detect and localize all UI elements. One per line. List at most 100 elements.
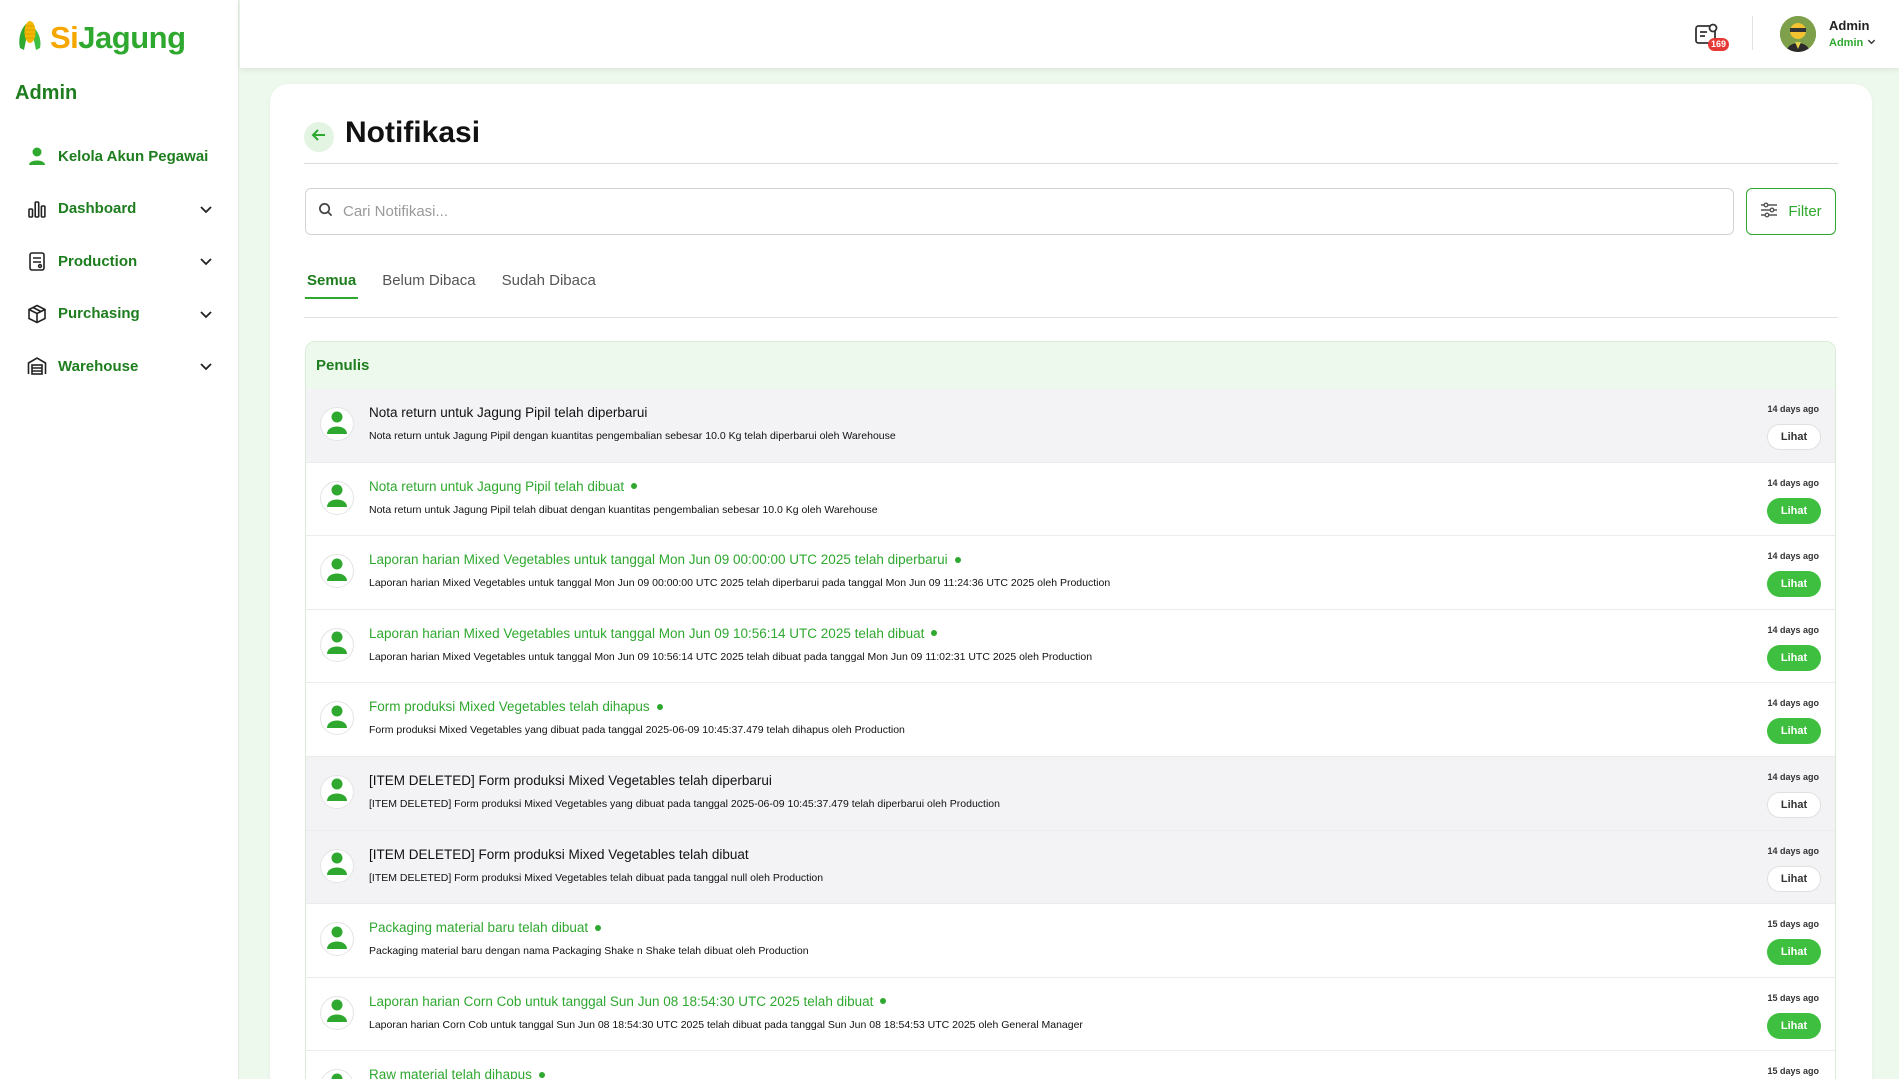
notification-description: Nota return untuk Jagung Pipil dengan ku… — [369, 430, 896, 442]
chevron-down-icon[interactable] — [199, 307, 213, 321]
bar-chart-icon — [26, 198, 48, 220]
search-input[interactable] — [343, 203, 1723, 220]
view-button[interactable]: Lihat — [1767, 865, 1821, 892]
sender-avatar — [320, 627, 354, 662]
notification-description: [ITEM DELETED] Form produksi Mixed Veget… — [369, 871, 824, 884]
warehouse-icon — [26, 355, 48, 377]
notification-time: 14 days ago — [1767, 477, 1819, 488]
tab-belum-dibaca[interactable]: Belum Dibaca — [380, 272, 477, 299]
notification-row[interactable]: Nota return untuk Jagung Pipil telah dib… — [306, 462, 1835, 537]
app-logo[interactable]: SiJagung — [16, 18, 186, 57]
search-field[interactable] — [305, 188, 1734, 235]
notifications-card: Notifikasi Filter Semua Belum Dibaca Sud… — [270, 84, 1872, 1079]
view-button[interactable]: Lihat — [1767, 424, 1821, 450]
notification-title-wrap: Laporan harian Mixed Vegetables untuk ta… — [369, 626, 938, 641]
sidebar-item-kelola-akun-pegawai[interactable]: Kelola Akun Pegawai — [0, 130, 239, 183]
sender-avatar — [320, 407, 354, 441]
notification-row[interactable]: Form produksi Mixed Vegetables telah dih… — [306, 683, 1835, 757]
view-button[interactable]: Lihat — [1767, 791, 1821, 818]
user-icon — [326, 924, 348, 955]
arrow-left-icon — [311, 127, 327, 148]
notification-description: Form produksi Mixed Vegetables yang dibu… — [369, 724, 905, 737]
back-button[interactable] — [304, 122, 334, 152]
user-role-label: Admin — [1829, 37, 1864, 49]
user-icon — [326, 482, 348, 513]
notification-row[interactable]: Raw material telah dihapus15 days agoLih… — [306, 1051, 1835, 1079]
user-icon — [326, 776, 348, 807]
sender-avatar — [320, 701, 354, 736]
sliders-icon — [1760, 202, 1778, 222]
user-icon — [326, 997, 348, 1028]
filter-label: Filter — [1788, 203, 1822, 220]
sidebar-item-label: Warehouse — [58, 357, 139, 375]
filter-button[interactable]: Filter — [1746, 188, 1836, 235]
clipboard-icon — [26, 250, 48, 272]
avatar[interactable] — [1780, 16, 1816, 52]
notification-title: Form produksi Mixed Vegetables telah dih… — [369, 699, 650, 715]
chevron-down-icon[interactable] — [199, 202, 213, 216]
app-logo-text: SiJagung — [50, 19, 186, 55]
title-divider — [304, 163, 1838, 164]
notification-rows: Nota return untuk Jagung Pipil telah dip… — [306, 389, 1835, 1079]
notification-title: Packaging material baru telah dibuat — [369, 920, 589, 936]
sidebar-item-purchasing[interactable]: Purchasing — [0, 288, 239, 341]
group-header: Penulis — [306, 342, 1835, 389]
notification-title-wrap: Nota return untuk Jagung Pipil telah dib… — [369, 479, 638, 494]
sender-avatar — [320, 922, 354, 957]
notification-title-wrap: [ITEM DELETED] Form produksi Mixed Veget… — [369, 773, 772, 788]
notification-time: 14 days ago — [1767, 698, 1819, 709]
notification-button[interactable]: 169 — [1694, 22, 1730, 52]
view-button[interactable]: Lihat — [1767, 718, 1821, 745]
unread-dot-icon — [954, 556, 961, 563]
page-title: Notifikasi — [345, 116, 481, 149]
notification-title: Laporan harian Mixed Vegetables untuk ta… — [369, 552, 948, 568]
notification-row[interactable]: Packaging material baru telah dibuat Pack… — [306, 904, 1835, 978]
sidebar-item-label: Production — [58, 252, 138, 270]
user-role-dropdown[interactable]: Admin — [1829, 37, 1876, 49]
notification-description: Nota return untuk Jagung Pipil telah dib… — [369, 503, 878, 516]
notification-time: 14 days ago — [1767, 551, 1819, 562]
notification-title-wrap: Form produksi Mixed Vegetables telah dih… — [369, 699, 663, 714]
sender-avatar — [320, 995, 354, 1030]
notification-row[interactable]: Laporan harian Mixed Vegetables untuk ta… — [306, 536, 1835, 610]
unread-dot-icon — [595, 924, 602, 931]
view-button[interactable]: Lihat — [1767, 571, 1821, 598]
view-button[interactable]: Lihat — [1767, 497, 1821, 524]
notification-row[interactable]: Laporan harian Corn Cob untuk tanggal Su… — [306, 977, 1835, 1052]
user-icon — [326, 703, 348, 734]
tab-sudah-dibaca[interactable]: Sudah Dibaca — [500, 272, 598, 299]
notification-title-wrap: Laporan harian Corn Cob untuk tanggal Su… — [369, 994, 887, 1009]
tab-semua[interactable]: Semua — [305, 272, 359, 299]
view-button[interactable]: Lihat — [1767, 939, 1821, 966]
notification-row[interactable]: [ITEM DELETED] Form produksi Mixed Veget… — [306, 830, 1835, 905]
chevron-down-icon[interactable] — [199, 254, 213, 268]
notification-time: 14 days ago — [1767, 771, 1819, 782]
sidebar-item-production[interactable]: Production — [0, 235, 239, 288]
sender-avatar — [320, 1069, 354, 1079]
sidebar-item-dashboard[interactable]: Dashboard — [0, 183, 239, 236]
notification-row[interactable]: [ITEM DELETED] Form produksi Mixed Veget… — [306, 756, 1835, 831]
view-button[interactable]: Lihat — [1767, 644, 1821, 671]
notification-description: [ITEM DELETED] Form produksi Mixed Veget… — [369, 797, 1000, 810]
view-button[interactable]: Lihat — [1767, 1012, 1821, 1039]
sidebar-item-warehouse[interactable]: Warehouse — [0, 340, 239, 393]
chevron-down-icon[interactable] — [199, 359, 213, 373]
search-icon — [318, 202, 333, 222]
unread-dot-icon — [931, 630, 938, 637]
notification-description: Packaging material baru dengan nama Pack… — [369, 945, 809, 958]
sidebar-role-title: Admin — [15, 82, 78, 104]
notification-row[interactable]: Nota return untuk Jagung Pipil telah dip… — [306, 389, 1835, 463]
notification-row[interactable]: Laporan harian Mixed Vegetables untuk ta… — [306, 609, 1835, 684]
user-name: Admin — [1829, 18, 1870, 33]
notification-title: Nota return untuk Jagung Pipil telah dip… — [369, 405, 648, 420]
notification-title-wrap: Laporan harian Mixed Vegetables untuk ta… — [369, 552, 961, 567]
user-icon — [326, 409, 348, 440]
top-bar — [240, 0, 1899, 68]
sidebar-item-label: Dashboard — [58, 200, 137, 218]
notification-description: Laporan harian Mixed Vegetables untuk ta… — [369, 650, 1093, 663]
notification-title-wrap: Nota return untuk Jagung Pipil telah dip… — [369, 405, 647, 420]
notification-title-wrap: Packaging material baru telah dibuat — [369, 920, 602, 936]
unread-dot-icon — [538, 1071, 545, 1078]
sidebar-nav: Kelola Akun Pegawai Dashboard Production… — [0, 130, 239, 393]
notification-list: Penulis Nota return untuk Jagung Pipil t… — [305, 341, 1836, 1079]
